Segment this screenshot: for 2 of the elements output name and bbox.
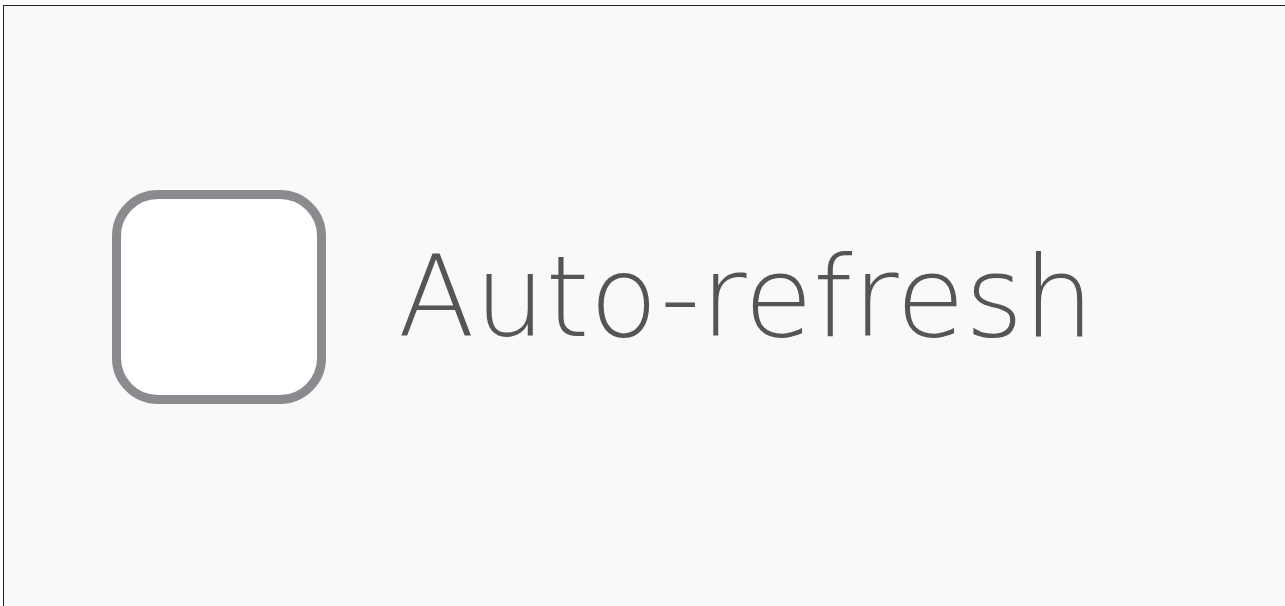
checkbox[interactable] <box>112 190 326 404</box>
checkbox-label[interactable]: Auto-refresh <box>398 229 1095 365</box>
